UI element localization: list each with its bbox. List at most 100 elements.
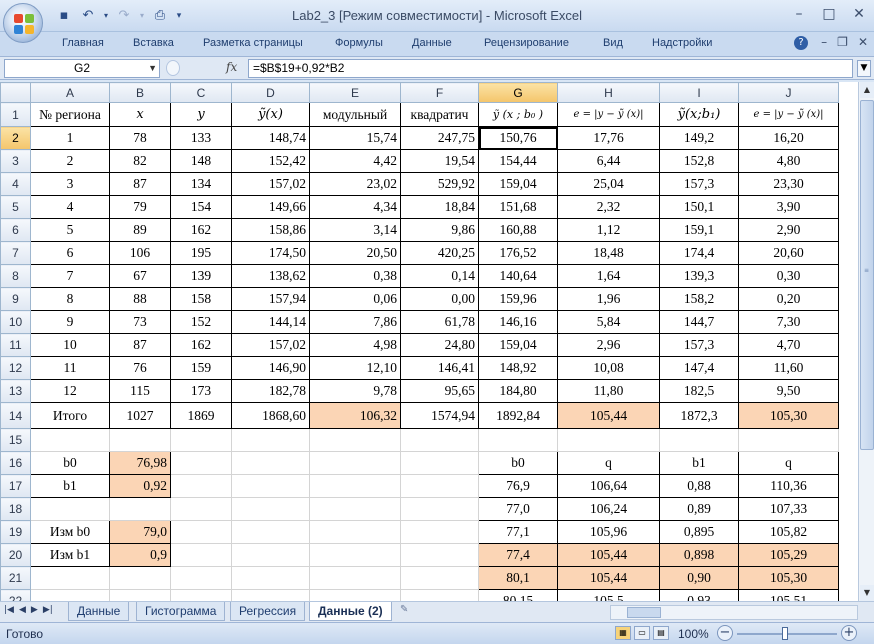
scroll-up-icon[interactable]: ▲ <box>860 82 874 98</box>
table-cell[interactable]: 134 <box>170 172 232 196</box>
normal-view-icon[interactable]: ▦ <box>615 626 631 640</box>
param-label[interactable]: b1 <box>30 474 110 498</box>
column-header-b[interactable]: B <box>109 82 171 103</box>
table-cell[interactable]: 8 <box>30 287 110 311</box>
empty-cell[interactable] <box>170 428 232 452</box>
column-header-c[interactable]: C <box>170 82 232 103</box>
empty-cell[interactable] <box>170 520 232 544</box>
table-cell[interactable]: 144,7 <box>659 310 739 334</box>
table-cell[interactable]: 5 <box>30 218 110 242</box>
search-header[interactable]: q <box>738 451 839 475</box>
header-cell[interactable]: квадратич <box>400 102 479 127</box>
empty-cell[interactable] <box>309 543 401 567</box>
empty-cell[interactable] <box>557 428 660 452</box>
table-cell[interactable]: 23,02 <box>309 172 401 196</box>
column-header-i[interactable]: I <box>659 82 739 103</box>
table-cell[interactable]: 3,14 <box>309 218 401 242</box>
column-header-e[interactable]: E <box>309 82 401 103</box>
table-cell[interactable]: 159,96 <box>478 287 558 311</box>
row-header[interactable]: 14 <box>0 402 31 429</box>
empty-cell[interactable] <box>309 566 401 590</box>
empty-cell[interactable] <box>400 520 479 544</box>
table-cell[interactable]: 154 <box>170 195 232 219</box>
table-cell[interactable]: 157,94 <box>231 287 310 311</box>
table-cell[interactable]: 0,06 <box>309 287 401 311</box>
table-cell[interactable]: 1 <box>30 126 110 150</box>
empty-cell[interactable] <box>400 497 479 521</box>
table-cell[interactable]: 20,60 <box>738 241 839 265</box>
scroll-thumb[interactable]: ≡ <box>860 100 874 450</box>
table-cell[interactable]: 133 <box>170 126 232 150</box>
table-cell[interactable]: 3 <box>30 172 110 196</box>
table-cell[interactable]: 151,68 <box>478 195 558 219</box>
table-cell[interactable]: 4,34 <box>309 195 401 219</box>
search-cell[interactable]: 105,44 <box>557 566 660 590</box>
table-cell[interactable]: 11,80 <box>557 379 660 403</box>
column-header-a[interactable]: A <box>30 82 110 103</box>
table-cell[interactable]: 157,02 <box>231 333 310 357</box>
table-cell[interactable]: 152,8 <box>659 149 739 173</box>
row-header[interactable]: 7 <box>0 241 31 265</box>
table-cell[interactable]: 146,16 <box>478 310 558 334</box>
empty-cell[interactable] <box>231 589 310 601</box>
tab-insert[interactable]: Вставка <box>133 37 174 49</box>
empty-cell[interactable] <box>231 566 310 590</box>
table-cell[interactable]: 0,14 <box>400 264 479 288</box>
prev-sheet-icon[interactable]: ◀ <box>19 605 26 615</box>
header-cell[interactable]: ỹ(x) <box>231 102 310 127</box>
office-button[interactable] <box>3 3 43 43</box>
table-cell[interactable]: 78 <box>109 126 171 150</box>
table-cell[interactable]: 2 <box>30 149 110 173</box>
table-cell[interactable]: 4 <box>30 195 110 219</box>
row-header[interactable]: 2 <box>0 126 31 150</box>
table-cell[interactable]: 184,80 <box>478 379 558 403</box>
page-layout-view-icon[interactable]: ▭ <box>634 626 650 640</box>
table-cell[interactable]: 7,30 <box>738 310 839 334</box>
table-cell[interactable]: 158,2 <box>659 287 739 311</box>
table-cell[interactable]: 158 <box>170 287 232 311</box>
table-cell[interactable]: 152 <box>170 310 232 334</box>
search-cell[interactable]: 106,64 <box>557 474 660 498</box>
search-header[interactable]: b1 <box>659 451 739 475</box>
row-header[interactable]: 12 <box>0 356 31 380</box>
insert-function-icon[interactable]: fx <box>226 60 237 74</box>
param-label[interactable]: b0 <box>30 451 110 475</box>
table-cell[interactable]: 20,50 <box>309 241 401 265</box>
table-cell[interactable]: 106 <box>109 241 171 265</box>
row-header[interactable]: 20 <box>0 543 31 567</box>
table-cell[interactable]: 9,86 <box>400 218 479 242</box>
empty-cell[interactable] <box>231 543 310 567</box>
table-cell[interactable]: 9,78 <box>309 379 401 403</box>
scroll-down-icon[interactable]: ▼ <box>860 585 874 601</box>
total-cell[interactable]: 105,44 <box>557 402 660 429</box>
tab-data[interactable]: Данные <box>412 37 452 49</box>
search-cell[interactable]: 105,51 <box>738 589 839 601</box>
table-cell[interactable]: 73 <box>109 310 171 334</box>
table-cell[interactable]: 7,86 <box>309 310 401 334</box>
table-cell[interactable]: 149,2 <box>659 126 739 150</box>
tab-page-layout[interactable]: Разметка страницы <box>203 37 303 49</box>
table-cell[interactable]: 4,98 <box>309 333 401 357</box>
empty-cell[interactable] <box>400 474 479 498</box>
table-cell[interactable]: 89 <box>109 218 171 242</box>
table-cell[interactable]: 174,4 <box>659 241 739 265</box>
table-cell[interactable]: 87 <box>109 333 171 357</box>
empty-cell[interactable] <box>170 589 232 601</box>
table-cell[interactable]: 17,76 <box>557 126 660 150</box>
table-cell[interactable]: 4,42 <box>309 149 401 173</box>
zoom-slider-thumb[interactable] <box>782 627 788 640</box>
empty-cell[interactable] <box>170 451 232 475</box>
name-box-dropdown-icon[interactable]: ▼ <box>148 60 157 77</box>
table-cell[interactable]: 529,92 <box>400 172 479 196</box>
row-header[interactable]: 10 <box>0 310 31 334</box>
tab-home[interactable]: Главная <box>62 37 104 49</box>
empty-cell[interactable] <box>109 589 171 601</box>
first-sheet-icon[interactable]: |◀ <box>4 605 14 615</box>
header-cell[interactable]: e = |y − ỹ (x)| <box>738 102 839 127</box>
table-cell[interactable]: 0,20 <box>738 287 839 311</box>
table-cell[interactable]: 19,54 <box>400 149 479 173</box>
search-cell[interactable]: 105,44 <box>557 543 660 567</box>
column-header-g[interactable]: G <box>478 82 558 103</box>
row-header[interactable]: 22 <box>0 589 31 601</box>
table-cell[interactable]: 4,80 <box>738 149 839 173</box>
